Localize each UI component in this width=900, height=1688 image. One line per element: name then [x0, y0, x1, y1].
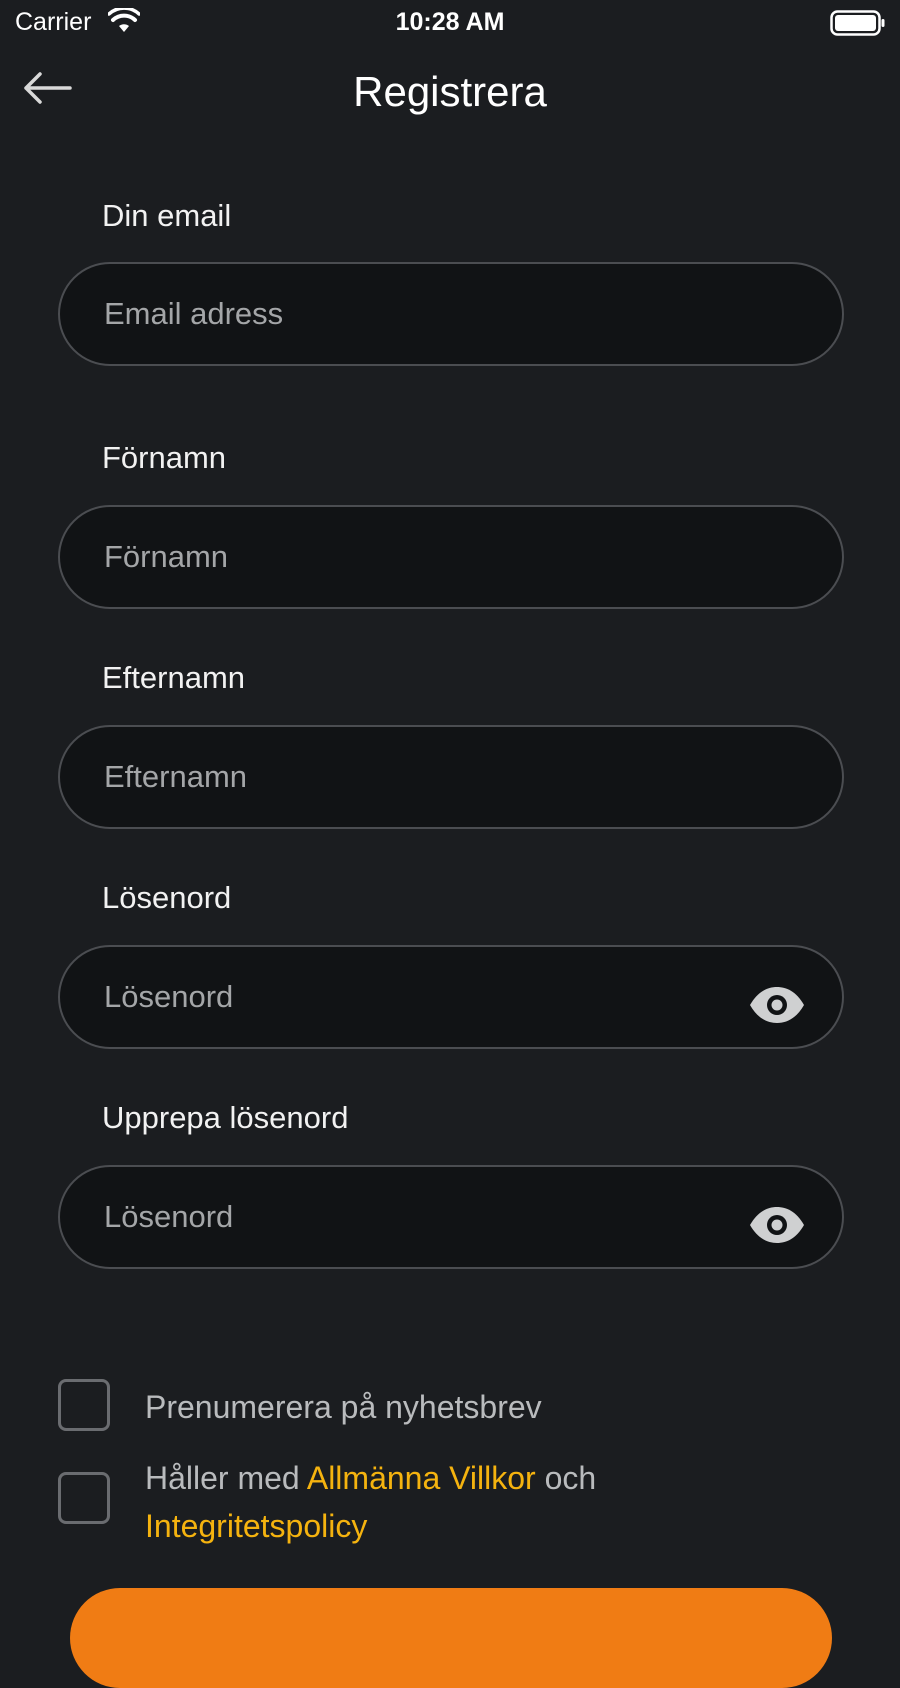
newsletter-label: Prenumerera på nyhetsbrev — [145, 1389, 542, 1425]
email-label: Din email — [102, 198, 232, 233]
email-field-container — [58, 262, 844, 366]
navigation-bar: Registrera — [0, 56, 900, 126]
status-bar: Carrier 10:28 AM — [0, 0, 900, 48]
newsletter-checkbox[interactable] — [58, 1379, 110, 1431]
terms-link[interactable]: Allmänna Villkor — [307, 1460, 536, 1496]
privacy-policy-link[interactable]: Integritetspolicy — [145, 1508, 367, 1544]
battery-icon — [830, 10, 885, 36]
first-name-field[interactable] — [104, 507, 744, 607]
first-name-label: Förnamn — [102, 440, 227, 475]
eye-icon[interactable] — [748, 1205, 806, 1245]
last-name-label: Efternamn — [102, 660, 246, 695]
password-label: Lösenord — [102, 880, 232, 915]
last-name-field-container — [58, 725, 844, 829]
first-name-field-container — [58, 505, 844, 609]
repeat-password-field[interactable] — [104, 1167, 744, 1267]
status-time: 10:28 AM — [395, 8, 505, 36]
terms-prefix: Håller med — [145, 1460, 307, 1496]
password-field-container — [58, 945, 844, 1049]
terms-checkbox[interactable] — [58, 1472, 110, 1524]
password-field[interactable] — [104, 947, 744, 1047]
eye-icon[interactable] — [748, 985, 806, 1025]
register-button[interactable] — [70, 1588, 832, 1688]
terms-label: Håller med Allmänna Villkor och Integrite… — [145, 1454, 845, 1550]
email-field[interactable] — [104, 264, 744, 364]
last-name-field[interactable] — [104, 727, 744, 827]
repeat-password-label: Upprepa lösenord — [102, 1100, 349, 1135]
repeat-password-field-container — [58, 1165, 844, 1269]
page-title: Registrera — [353, 68, 547, 115]
terms-middle: och — [535, 1460, 597, 1496]
